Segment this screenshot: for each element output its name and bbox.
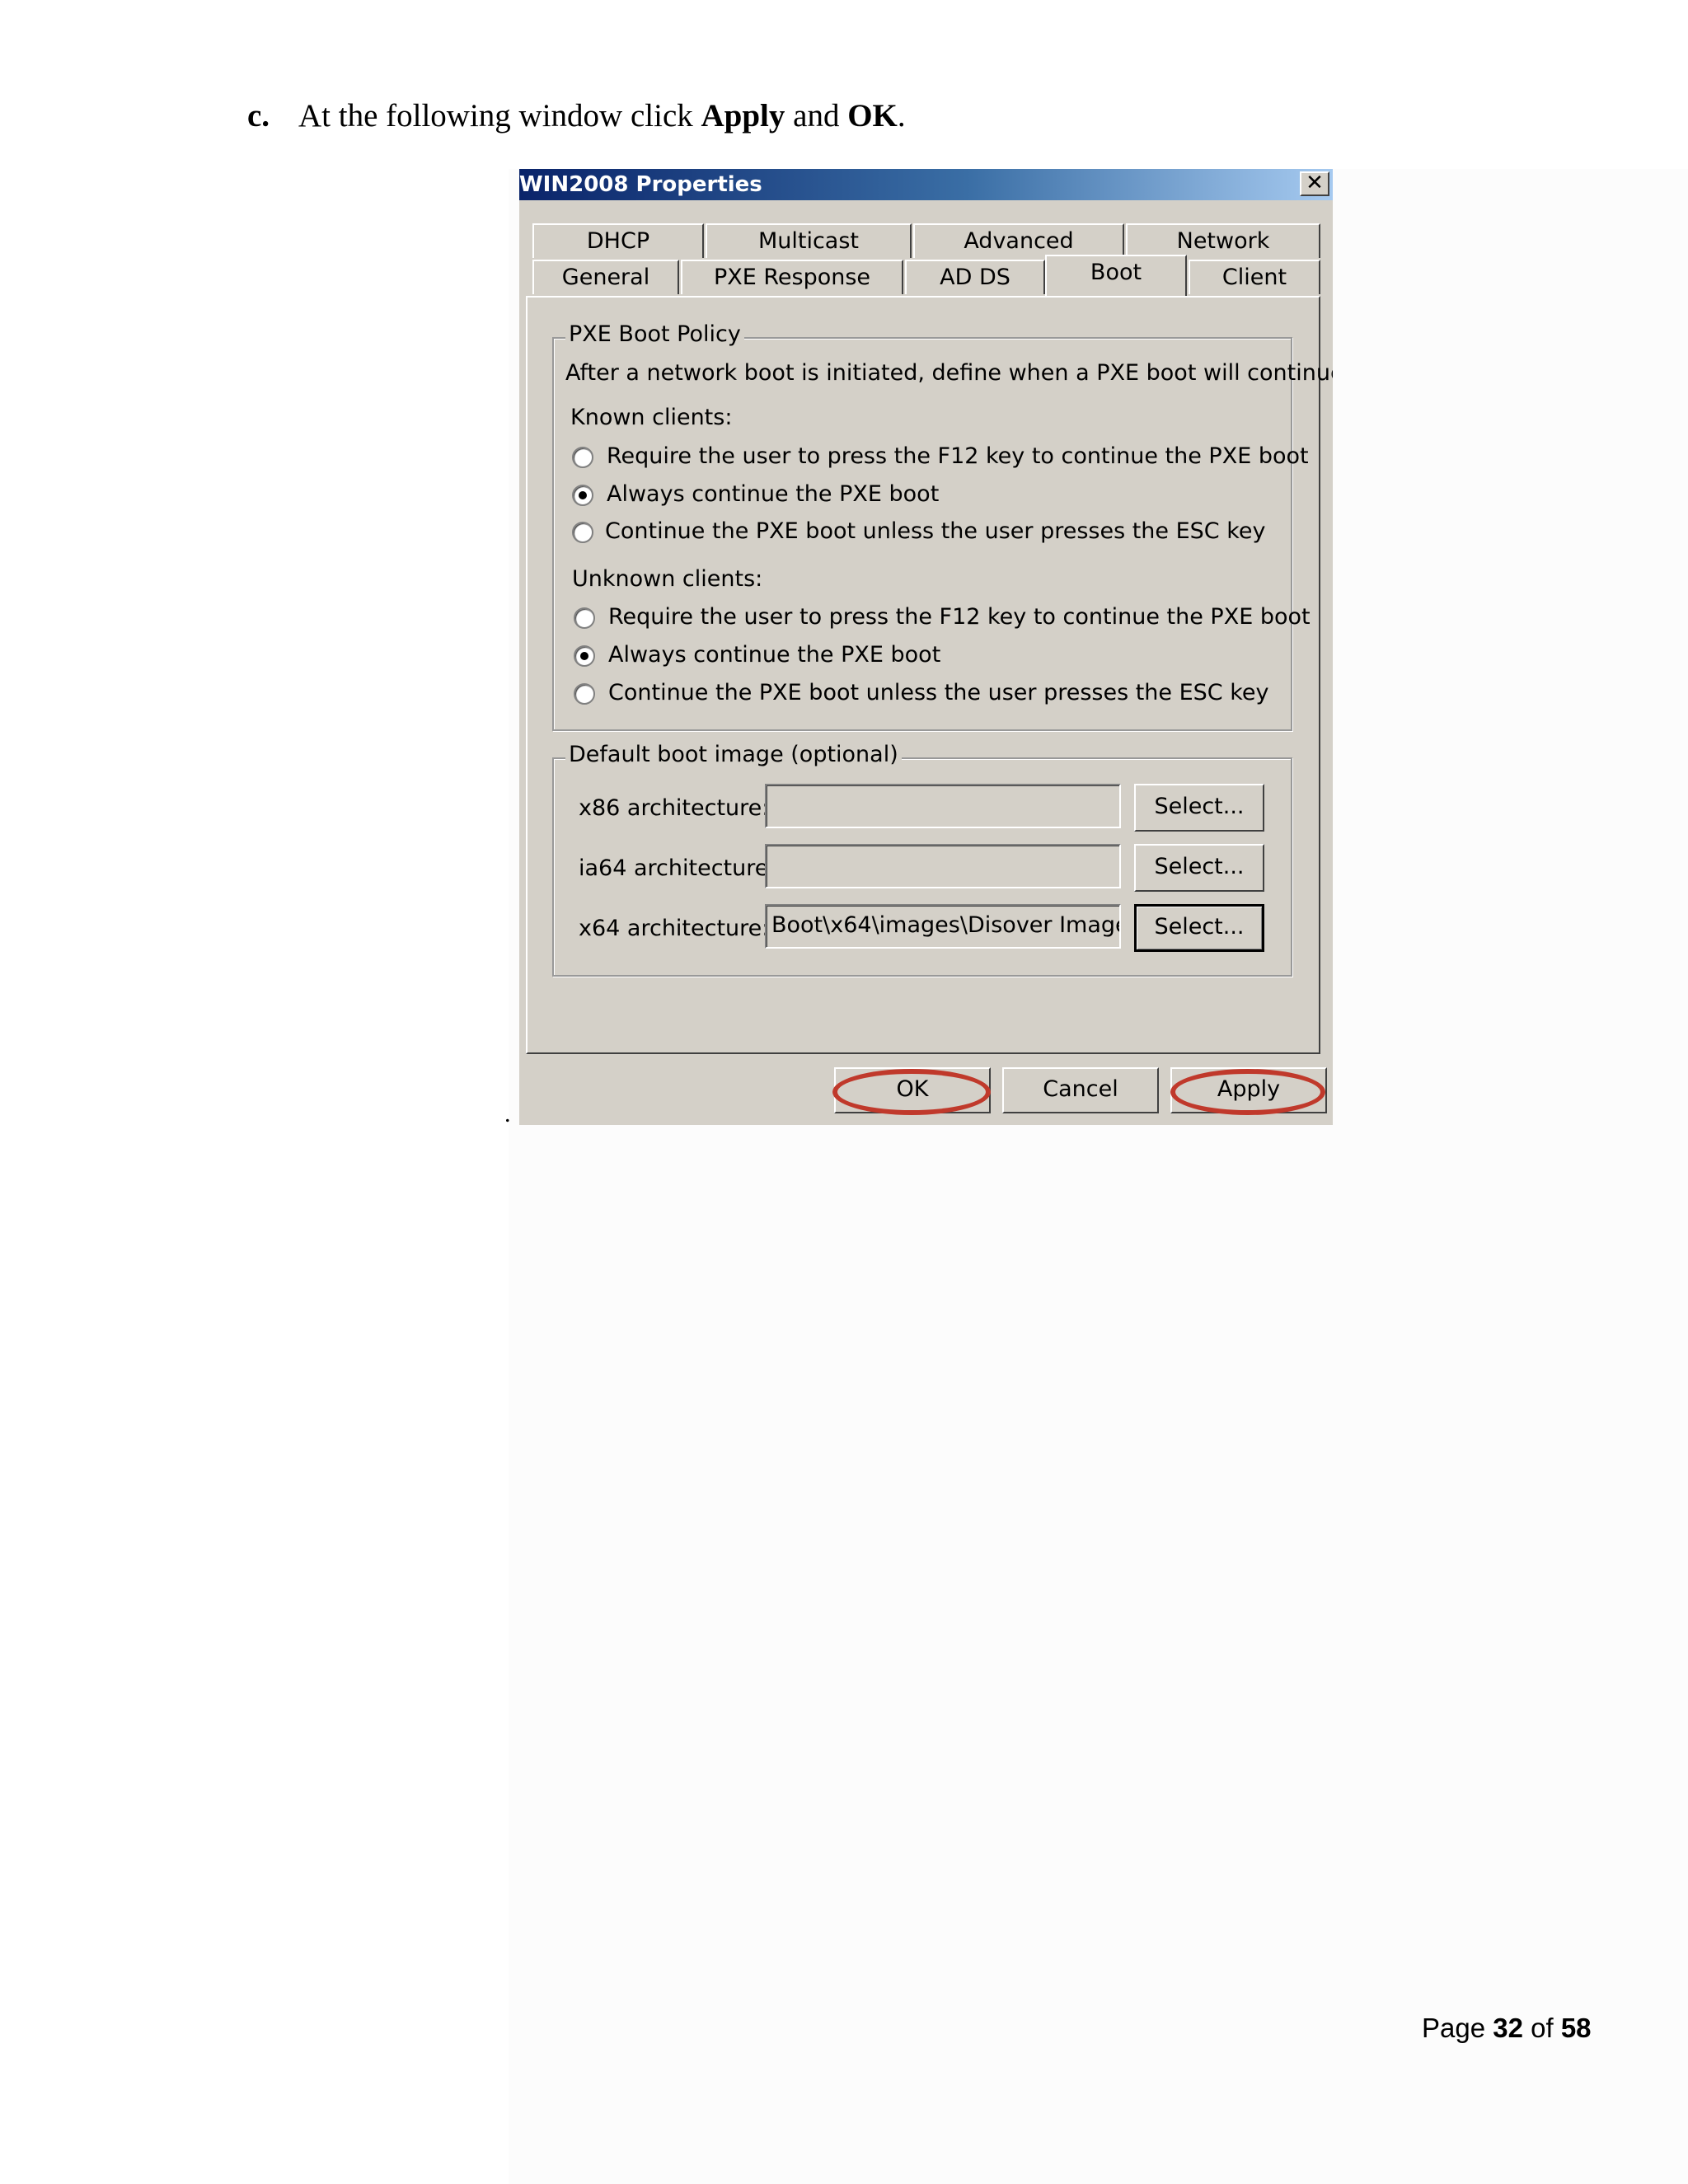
default-boot-image-legend: Default boot image (optional) — [565, 742, 902, 767]
ia64-label: ia64 architecture: — [579, 855, 776, 881]
ia64-select-button[interactable]: Select... — [1134, 844, 1264, 892]
tab-pxe-response[interactable]: PXE Response — [681, 260, 903, 294]
known-option-label: Always continue the PXE boot — [607, 481, 940, 507]
ia64-image-field[interactable] — [765, 844, 1121, 888]
tab-ad-ds[interactable]: AD DS — [905, 260, 1045, 294]
instruction-step: c. At the following window click Apply an… — [247, 97, 906, 134]
unknown-radio-require-f12[interactable] — [574, 607, 595, 629]
dialog-title: WIN2008 Properties — [519, 172, 762, 197]
tab-general[interactable]: General — [532, 260, 679, 294]
instruction-and: and — [785, 98, 848, 134]
unknown-radio-always-continue[interactable] — [574, 645, 595, 667]
cancel-button[interactable]: Cancel — [1002, 1067, 1159, 1113]
unknown-clients-label: Unknown clients: — [572, 566, 763, 592]
tab-advanced[interactable]: Advanced — [913, 223, 1124, 258]
tab-label: Boot — [1090, 260, 1142, 285]
tab-label: DHCP — [586, 228, 650, 254]
ok-button[interactable]: OK — [834, 1067, 991, 1113]
x86-label: x86 architecture: — [579, 795, 770, 821]
properties-dialog: WIN2008 Properties ✕ DHCP Multicast Adva… — [519, 169, 1333, 1125]
close-button[interactable]: ✕ — [1300, 171, 1329, 196]
total-page-count: 58 — [1560, 2013, 1592, 2043]
tab-label: PXE Response — [713, 265, 871, 290]
footer-of: of — [1522, 2013, 1561, 2043]
dialog-titlebar[interactable]: WIN2008 Properties ✕ — [519, 169, 1333, 200]
instruction-ok: OK — [847, 98, 898, 134]
tab-label: General — [561, 265, 650, 290]
known-option-label: Require the user to press the F12 key to… — [607, 443, 1309, 469]
unknown-radio-unless-esc[interactable] — [574, 683, 595, 705]
tab-label: Client — [1221, 265, 1287, 290]
x64-image-field[interactable]: Boot\x64\images\Disover Image x6 — [765, 904, 1121, 949]
known-radio-require-f12[interactable] — [572, 447, 593, 468]
x64-label: x64 architecture: — [579, 916, 770, 941]
instruction-period: . — [897, 98, 906, 134]
x86-select-button[interactable]: Select... — [1134, 784, 1264, 832]
known-radio-unless-esc[interactable] — [572, 522, 593, 543]
tab-label: Network — [1176, 228, 1270, 254]
unknown-option-label: Require the user to press the F12 key to… — [608, 604, 1311, 630]
apply-button[interactable]: Apply — [1170, 1067, 1327, 1113]
policy-description: After a network boot is initiated, defin… — [565, 360, 1333, 386]
pxe-boot-policy-legend: PXE Boot Policy — [565, 321, 744, 347]
tab-client[interactable]: Client — [1189, 260, 1320, 294]
unknown-option-label: Continue the PXE boot unless the user pr… — [608, 680, 1269, 705]
tab-label: Advanced — [964, 228, 1074, 254]
current-page-number: 32 — [1493, 2013, 1523, 2043]
tab-boot[interactable]: Boot — [1045, 255, 1187, 296]
page-footer: Page 32 of 58 — [1422, 2013, 1592, 2044]
known-option-label: Continue the PXE boot unless the user pr… — [605, 518, 1266, 544]
step-letter: c. — [247, 98, 270, 134]
unknown-option-label: Always continue the PXE boot — [608, 642, 941, 668]
known-clients-label: Known clients: — [570, 405, 733, 430]
tab-label: AD DS — [940, 265, 1010, 290]
x86-image-field[interactable] — [765, 784, 1121, 828]
stray-dot: . — [504, 1100, 511, 1127]
footer-prefix: Page — [1422, 2013, 1493, 2043]
tab-network[interactable]: Network — [1126, 223, 1320, 258]
instruction-apply: Apply — [701, 98, 785, 134]
tab-multicast[interactable]: Multicast — [706, 223, 912, 258]
tab-label: Multicast — [757, 228, 860, 254]
x64-select-button[interactable]: Select... — [1134, 904, 1264, 952]
instruction-text: At the following window click — [298, 98, 701, 134]
close-icon: ✕ — [1306, 171, 1324, 195]
known-radio-always-continue[interactable] — [572, 485, 593, 506]
pxe-boot-policy-group: PXE Boot Policy After a network boot is … — [552, 321, 1333, 731]
tab-dhcp[interactable]: DHCP — [532, 223, 704, 258]
default-boot-image-group: Default boot image (optional) x86 archit… — [552, 742, 1292, 977]
tab-page-boot: PXE Boot Policy After a network boot is … — [526, 296, 1333, 1054]
